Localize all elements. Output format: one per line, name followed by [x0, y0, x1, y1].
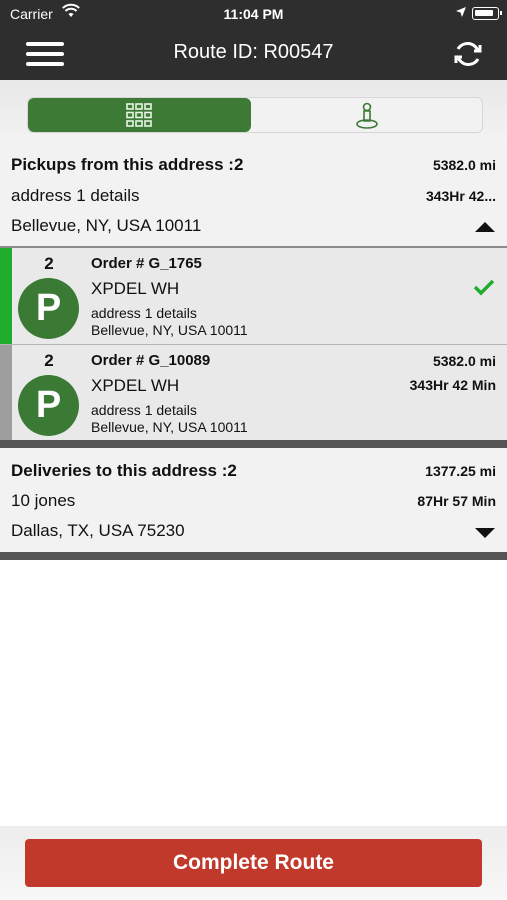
- order-distance: 5382.0 mi: [432, 353, 496, 369]
- order-number: Order # G_10089: [91, 352, 211, 369]
- status-bar: Carrier 11:04 PM: [0, 0, 507, 28]
- map-view-tab[interactable]: [251, 98, 482, 132]
- pickups-title: Pickups from this address :2: [11, 155, 244, 174]
- order-card[interactable]: 2 P Order # G_1765 XPDEL WH address 1 de…: [0, 248, 507, 344]
- order-name: XPDEL WH: [91, 376, 180, 395]
- status-time: 11:04 PM: [223, 6, 284, 22]
- pickups-distance: 5382.0 mi: [432, 157, 496, 173]
- deliveries-address: 10 jones: [11, 491, 76, 510]
- order-count: 2: [44, 254, 54, 273]
- view-toggle-area: [0, 80, 507, 144]
- grid-icon: [126, 103, 152, 127]
- deliveries-group-header[interactable]: Deliveries to this address :2 1377.25 mi…: [0, 448, 507, 552]
- chevron-up-icon[interactable]: [475, 222, 495, 232]
- pickups-city: Bellevue, NY, USA 10011: [11, 216, 202, 235]
- pickups-address: address 1 details: [11, 186, 140, 205]
- chevron-down-icon[interactable]: [475, 528, 495, 538]
- deliveries-duration: 87Hr 57 Min: [417, 493, 496, 509]
- order-name: XPDEL WH: [91, 279, 180, 298]
- checkmark-icon: [473, 279, 495, 296]
- divider: [0, 440, 507, 448]
- pickups-group-header[interactable]: Pickups from this address :2 5382.0 mi a…: [0, 144, 507, 246]
- battery-icon: [472, 7, 502, 20]
- order-count: 2: [44, 351, 54, 370]
- view-segmented-control: [27, 97, 483, 133]
- status-stripe: [0, 248, 12, 344]
- refresh-icon[interactable]: [451, 37, 485, 71]
- deliveries-city: Dallas, TX, USA 75230: [11, 521, 185, 540]
- status-stripe: [0, 345, 12, 440]
- map-pin-icon: [356, 102, 378, 129]
- pickup-badge: P: [18, 278, 79, 339]
- order-number: Order # G_1765: [91, 255, 202, 272]
- location-arrow-icon: [456, 7, 466, 17]
- pickup-badge: P: [18, 375, 79, 436]
- order-city: Bellevue, NY, USA 10011: [91, 322, 248, 338]
- nav-bar: Route ID: R00547: [0, 28, 507, 80]
- divider: [0, 552, 507, 560]
- pickups-duration: 343Hr 42...: [425, 188, 496, 204]
- order-duration: 343Hr 42 Min: [409, 377, 496, 393]
- page-title: Route ID: R00547: [173, 41, 334, 63]
- bottom-action-bar: Complete Route: [0, 826, 507, 900]
- order-address: address 1 details: [91, 305, 197, 321]
- deliveries-title: Deliveries to this address :2: [11, 461, 237, 480]
- order-card[interactable]: 2 P Order # G_10089 XPDEL WH address 1 d…: [0, 345, 507, 440]
- order-address: address 1 details: [91, 402, 197, 418]
- list-view-tab[interactable]: [28, 98, 251, 132]
- order-city: Bellevue, NY, USA 10011: [91, 419, 248, 435]
- complete-route-button[interactable]: Complete Route: [25, 839, 482, 887]
- deliveries-distance: 1377.25 mi: [425, 463, 496, 479]
